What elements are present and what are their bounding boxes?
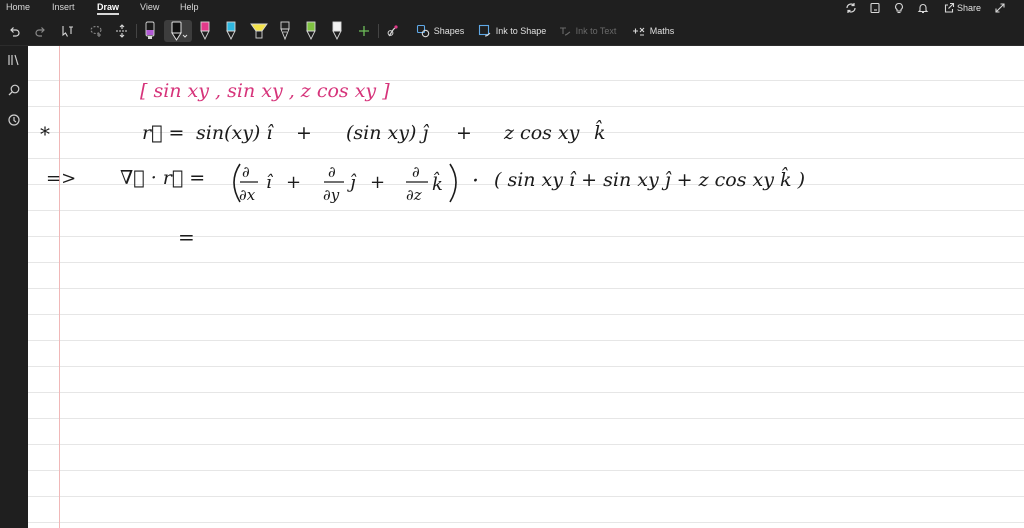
ink-dy-den: ∂y <box>323 186 340 204</box>
left-rail <box>0 46 28 528</box>
ink-k-hat: k̂ <box>594 119 606 144</box>
ink-d-num: ∂ <box>328 163 336 181</box>
ink-implies-arrow: => <box>46 168 76 189</box>
ink-paren-close <box>449 163 457 203</box>
active-tab-indicator <box>97 13 119 15</box>
ink-plus: + <box>286 172 301 193</box>
redo-icon[interactable] <box>32 20 48 42</box>
sync-icon[interactable] <box>844 1 858 15</box>
ink-j-hat: ĵ <box>347 172 357 193</box>
ink-term-sinxy-j: (sin xy) ĵ <box>346 122 429 144</box>
type-select-icon[interactable] <box>60 20 76 42</box>
pen-white-icon[interactable] <box>330 20 344 42</box>
shapes-icon <box>416 24 429 38</box>
ink-div-r-equals: ∇⃗ · r⃗ = <box>120 167 205 189</box>
pen-selected-icon[interactable] <box>164 20 192 42</box>
lightbulb-icon[interactable] <box>892 1 906 15</box>
recent-icon[interactable] <box>6 112 22 128</box>
maths-label: Maths <box>649 26 675 36</box>
pen-green-icon[interactable] <box>304 20 318 42</box>
ink-to-shape-button[interactable]: Ink to Shape <box>476 20 548 42</box>
ink-d-num: ∂ <box>412 163 420 181</box>
share-icon[interactable] <box>942 1 956 15</box>
toolbar-separator <box>136 24 137 38</box>
undo-icon[interactable] <box>6 20 22 42</box>
ink-line-1: [ sin xy , sin xy , z cos xy ] <box>140 80 390 102</box>
ink-plus: + <box>456 122 472 144</box>
menu-bar: Home Insert Draw View Help Share <box>0 0 1024 16</box>
ink-k-hat: k̂ <box>432 170 443 195</box>
menu-home[interactable]: Home <box>6 2 30 12</box>
ink-dx-den: ∂x <box>239 186 256 204</box>
ink-to-text-button: Ink to Text <box>556 20 618 42</box>
ink-to-text-icon <box>559 27 570 36</box>
menu-view[interactable]: View <box>140 2 159 12</box>
pen-pink-icon[interactable] <box>198 20 212 42</box>
ink-d-num: ∂ <box>242 163 250 181</box>
ink-plus: + <box>296 122 312 144</box>
ink-term-zcosxy: z cos xy <box>503 122 580 144</box>
menu-draw[interactable]: Draw <box>97 2 119 12</box>
pen-dark-icon[interactable] <box>278 20 292 42</box>
ink-to-shape-icon <box>478 24 491 37</box>
ink-replay-icon[interactable] <box>384 20 402 42</box>
toolbar-separator <box>378 24 379 38</box>
search-icon[interactable] <box>6 82 22 98</box>
notebooks-icon[interactable] <box>6 52 22 68</box>
pen-cyan-icon[interactable] <box>224 20 238 42</box>
share-button[interactable]: Share <box>957 3 981 13</box>
ink-dot-product: · <box>472 169 479 194</box>
ink-dz-den: ∂z <box>406 186 422 204</box>
expand-icon[interactable] <box>993 1 1007 15</box>
ink-i-hat: î <box>266 172 274 193</box>
notebook-icon[interactable] <box>868 1 882 15</box>
add-pen-icon[interactable] <box>356 20 372 42</box>
ink-layer: [ sin xy , sin xy , z cos xy ] * r⃗ = si… <box>40 80 805 249</box>
bell-icon[interactable] <box>916 1 930 15</box>
pen-black-icon[interactable] <box>142 20 158 42</box>
ink-to-text-label: Ink to Text <box>575 26 617 36</box>
ink-star: * <box>40 122 50 146</box>
highlighter-yellow-icon[interactable] <box>248 20 270 42</box>
ink-to-shape-label: Ink to Shape <box>495 26 547 36</box>
ink-plus: + <box>370 172 385 193</box>
draw-toolbar: Shapes Ink to Shape Ink to Text Maths <box>0 16 1024 46</box>
shapes-label: Shapes <box>433 26 465 36</box>
ink-rhs-vector: ( sin xy î + sin xy ĵ + z cos xy k̂ ) <box>494 166 805 191</box>
note-page[interactable]: [ sin xy , sin xy , z cos xy ] * r⃗ = si… <box>28 46 1024 528</box>
lasso-select-icon[interactable] <box>88 20 104 42</box>
menu-help[interactable]: Help <box>180 2 199 12</box>
ink-r-equals: r⃗ = <box>142 122 184 144</box>
shapes-button[interactable]: Shapes <box>412 20 468 42</box>
ink-term-sinxy-i: sin(xy) î <box>196 122 274 144</box>
menu-insert[interactable]: Insert <box>52 2 75 12</box>
ink-equals: = <box>178 225 195 249</box>
maths-button[interactable]: Maths <box>628 20 678 42</box>
maths-icon <box>632 27 645 36</box>
add-space-icon[interactable] <box>114 20 130 42</box>
